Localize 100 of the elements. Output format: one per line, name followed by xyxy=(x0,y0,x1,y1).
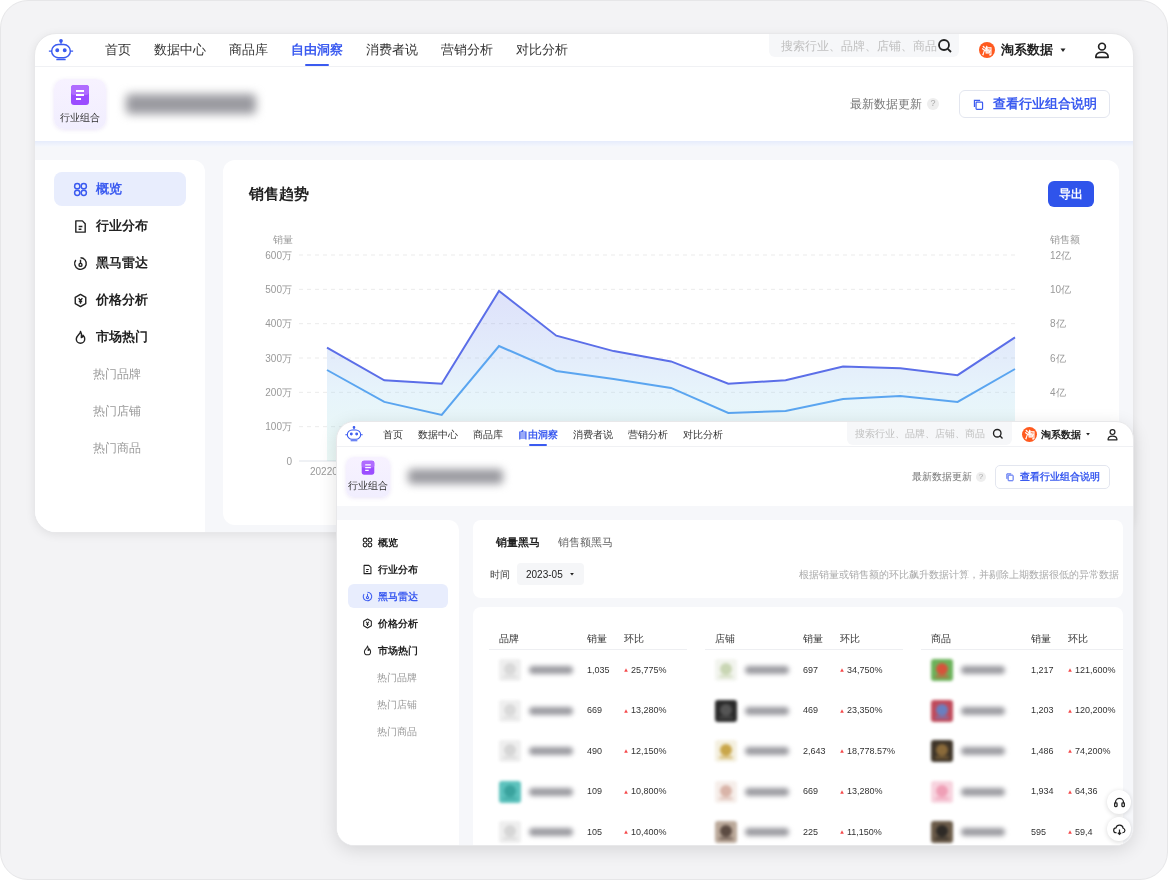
redacted-name xyxy=(745,706,789,715)
sidebar-item[interactable]: 行业分布 xyxy=(54,209,186,243)
redacted-name xyxy=(529,828,573,837)
nav-tab[interactable]: 自由洞察 xyxy=(291,34,343,66)
table-cell: 59,4 xyxy=(1075,825,1093,839)
table-cell-text: 109 xyxy=(587,785,604,798)
document-icon xyxy=(70,83,90,106)
price-tag-icon xyxy=(73,292,88,308)
document-icon xyxy=(362,563,373,575)
axis-title: 销售额 xyxy=(1050,234,1080,245)
nav-tab[interactable]: 营销分析 xyxy=(441,34,493,66)
column-header: 环比 xyxy=(840,631,860,646)
sidebar-item[interactable]: 市场热门 xyxy=(54,320,186,354)
trend-up-icon xyxy=(840,708,844,713)
axis-label: 10亿 xyxy=(1050,283,1072,295)
note-text: 根据销量或销售额的环比飙升数据计算，并剔除上期数据很低的异常数据 xyxy=(799,567,1119,582)
axis-label: 200万 xyxy=(265,386,292,398)
column-header: 品牌 xyxy=(498,631,520,646)
sidebar-item[interactable]: 黑马雷达 xyxy=(348,584,448,608)
redacted-name xyxy=(529,787,573,796)
table-cell: 121,600% xyxy=(1075,663,1116,677)
table-cell-text: 669 xyxy=(803,785,820,798)
table-cell-text: 595 xyxy=(1031,825,1048,839)
table-cell-text: 13,280% xyxy=(631,704,667,717)
redacted-name xyxy=(745,747,789,756)
price-tag-icon xyxy=(362,617,373,629)
group-info-button[interactable]: 查看行业组合说明 xyxy=(995,464,1110,489)
table-cell: 34,750% xyxy=(847,663,883,677)
nav-tab[interactable]: 首页 xyxy=(105,34,131,66)
column-header: 环比 xyxy=(1068,631,1088,646)
trend-up-icon xyxy=(840,749,844,754)
tab[interactable]: 销售额黑马 xyxy=(558,533,613,551)
table-cell-text: 64,36 xyxy=(1075,785,1098,798)
update-label: 最新数据更新 xyxy=(912,470,972,484)
table-cell: 11,150% xyxy=(847,825,882,839)
copy-icon xyxy=(1005,471,1015,482)
nav-tab[interactable]: 消费者说 xyxy=(573,422,613,446)
nav-tab[interactable]: 数据中心 xyxy=(418,422,458,446)
nav-tab[interactable]: 首页 xyxy=(383,422,403,446)
trend-up-icon xyxy=(840,789,844,794)
headset-icon xyxy=(1112,795,1126,809)
redacted-name xyxy=(745,787,789,796)
caret-icon xyxy=(568,571,575,577)
axis-label: 0 xyxy=(286,455,292,467)
platform-badge: 淘 xyxy=(1022,426,1037,442)
sidebar-item[interactable]: 黑马雷达 xyxy=(54,246,186,280)
trend-up-icon xyxy=(624,708,628,713)
column-header: 商品 xyxy=(930,631,952,646)
document-icon xyxy=(361,460,375,476)
sidebar-item[interactable]: 价格分析 xyxy=(54,283,186,317)
table-cell-text: 490 xyxy=(587,744,604,758)
nav-tab[interactable]: 营销分析 xyxy=(628,422,668,446)
radar-icon xyxy=(362,590,373,602)
sidebar-item[interactable]: 行业分布 xyxy=(348,557,448,581)
search-icon xyxy=(992,427,1004,440)
trend-up-icon xyxy=(1068,708,1072,713)
table-cell-text: 1,203 xyxy=(1031,704,1055,717)
nav-tab[interactable]: 数据中心 xyxy=(154,34,206,66)
sidebar-item[interactable]: 概览 xyxy=(348,530,448,554)
robot-logo-icon xyxy=(344,426,364,442)
column-header: 店铺 xyxy=(714,631,736,646)
axis-label: 12亿 xyxy=(1050,249,1072,261)
account-menu[interactable]: 淘 淘系数据 xyxy=(979,34,1067,66)
table-cell-text: 10,800% xyxy=(631,785,667,798)
export-button[interactable]: 导出 xyxy=(1048,181,1094,207)
trend-up-icon xyxy=(624,749,628,754)
nav-tab[interactable]: 商品库 xyxy=(473,422,503,446)
grid-icon xyxy=(73,181,88,197)
nav-tab[interactable]: 自由洞察 xyxy=(518,422,558,446)
account-menu[interactable]: 淘 淘系数据 xyxy=(1022,422,1091,446)
sidebar-item[interactable]: 价格分析 xyxy=(348,611,448,635)
user-icon xyxy=(1106,427,1119,441)
sidebar-item[interactable]: 概览 xyxy=(54,172,186,206)
axis-title: 销量 xyxy=(273,234,293,245)
group-label: 行业组合 xyxy=(60,110,100,125)
nav-tab[interactable]: 对比分析 xyxy=(683,422,723,446)
sidebar-item[interactable]: 市场热门 xyxy=(348,638,448,662)
axis-label: 400万 xyxy=(265,318,292,330)
table-cell: 18,778.57% xyxy=(847,744,896,758)
group-info-button[interactable]: 查看行业组合说明 xyxy=(959,90,1110,118)
table-cell-text: 13,280% xyxy=(847,785,883,798)
nav-tab[interactable]: 消费者说 xyxy=(366,34,418,66)
tab[interactable]: 销量黑马 xyxy=(496,533,540,551)
column-header: 销量 xyxy=(1031,631,1052,646)
redacted-name xyxy=(961,666,1005,675)
table-cell-text: 1,217 xyxy=(1031,663,1055,677)
date-dropdown[interactable]: 2023-05 xyxy=(517,563,584,585)
nav-tab[interactable]: 商品库 xyxy=(229,34,268,66)
update-label: 最新数据更新 xyxy=(850,96,922,113)
table-cell-text: 669 xyxy=(587,704,604,717)
card-title: 销售趋势 xyxy=(249,183,309,204)
radar-icon xyxy=(73,255,88,271)
nav-tab[interactable]: 对比分析 xyxy=(516,34,568,66)
redacted-name xyxy=(529,747,573,756)
trend-up-icon xyxy=(624,789,628,794)
column-header: 销量 xyxy=(587,631,608,646)
table-cell-text: 1,934 xyxy=(1031,785,1055,798)
axis-label: 8亿 xyxy=(1050,318,1066,330)
trend-up-icon xyxy=(624,830,628,835)
trend-up-icon xyxy=(840,830,844,835)
